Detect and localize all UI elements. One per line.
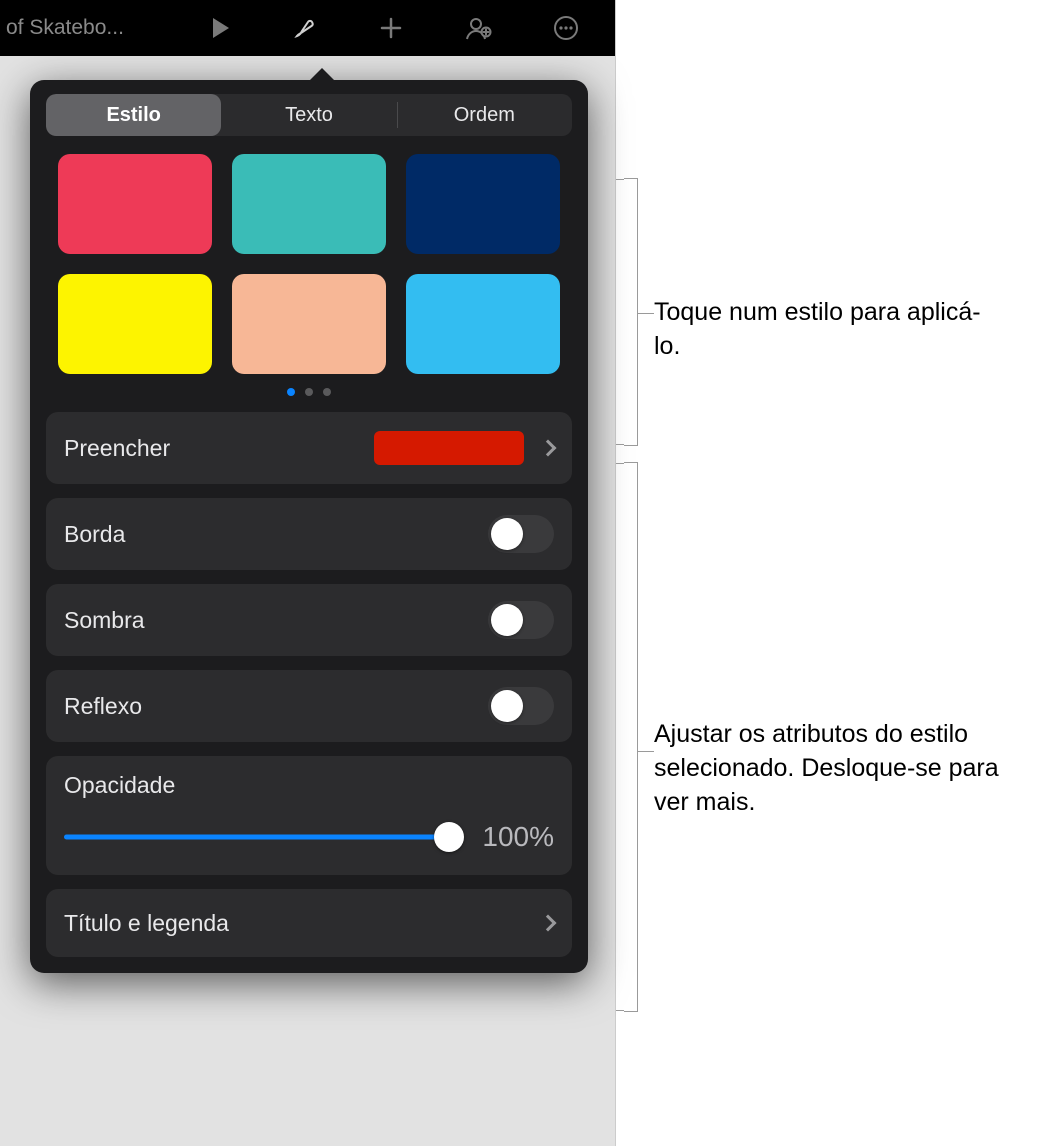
border-row[interactable]: Borda	[46, 498, 572, 570]
title-caption-row[interactable]: Título e legenda	[46, 889, 572, 957]
page-dot	[287, 388, 295, 396]
toolbar: of Skatebo...	[0, 0, 615, 56]
fill-row[interactable]: Preencher	[46, 412, 572, 484]
tab-order[interactable]: Ordem	[397, 94, 572, 136]
shadow-row[interactable]: Sombra	[46, 584, 572, 656]
plus-icon[interactable]	[349, 0, 434, 56]
shadow-toggle[interactable]	[488, 601, 554, 639]
reflection-row[interactable]: Reflexo	[46, 670, 572, 742]
opacity-value: 100%	[482, 821, 554, 853]
slider-thumb[interactable]	[434, 822, 464, 852]
shadow-label: Sombra	[64, 607, 488, 634]
document-title: of Skatebo...	[6, 16, 181, 40]
style-swatch[interactable]	[406, 274, 560, 374]
opacity-slider[interactable]	[64, 825, 462, 849]
format-popover: Estilo Texto Ordem Preencher Borda	[30, 80, 588, 973]
callout-text: Toque num estilo para aplicá-lo.	[654, 296, 1004, 364]
border-toggle[interactable]	[488, 515, 554, 553]
reflection-toggle[interactable]	[488, 687, 554, 725]
style-swatches	[30, 154, 588, 374]
fill-color-swatch	[374, 431, 524, 465]
play-icon[interactable]	[181, 0, 262, 56]
fill-label: Preencher	[64, 435, 374, 462]
callout-text: Ajustar os atributos do estilo seleciona…	[654, 718, 1024, 819]
title-caption-label: Título e legenda	[64, 910, 524, 937]
chevron-right-icon	[540, 915, 557, 932]
callout-bracket	[624, 178, 638, 446]
tab-bar: Estilo Texto Ordem	[46, 94, 572, 136]
more-icon[interactable]	[522, 0, 609, 56]
reflection-label: Reflexo	[64, 693, 488, 720]
page-dots[interactable]	[30, 374, 588, 412]
style-swatch[interactable]	[406, 154, 560, 254]
border-label: Borda	[64, 521, 488, 548]
callout-bracket	[624, 462, 638, 1012]
brush-icon[interactable]	[262, 0, 349, 56]
tab-style[interactable]: Estilo	[46, 94, 221, 136]
page-dot	[305, 388, 313, 396]
style-swatch[interactable]	[232, 154, 386, 254]
device-frame: of Skatebo... Estilo Texto Ordem	[0, 0, 616, 1146]
collaborate-icon[interactable]	[433, 0, 522, 56]
opacity-label: Opacidade	[64, 772, 554, 799]
chevron-right-icon	[540, 440, 557, 457]
style-swatch[interactable]	[58, 154, 212, 254]
style-swatch[interactable]	[232, 274, 386, 374]
tab-text[interactable]: Texto	[221, 94, 396, 136]
page-dot	[323, 388, 331, 396]
opacity-row: Opacidade 100%	[46, 756, 572, 875]
style-swatch[interactable]	[58, 274, 212, 374]
